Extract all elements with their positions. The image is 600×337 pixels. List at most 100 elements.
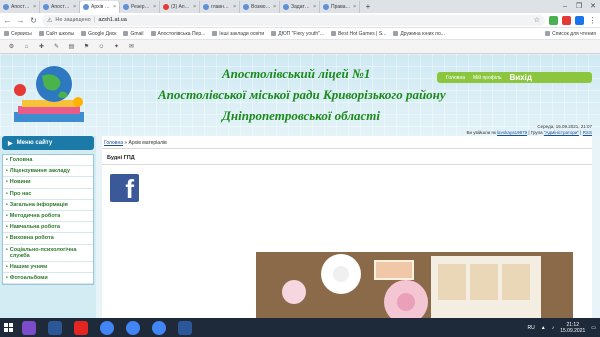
bookmark-icon bbox=[123, 31, 129, 36]
minimize-icon[interactable]: – bbox=[558, 0, 572, 13]
bookmark-item[interactable]: Інші заклади освіти bbox=[212, 31, 264, 37]
bookmark-item[interactable]: Апостолівська Пер... bbox=[150, 31, 205, 37]
clock[interactable]: 21:12 15.09.2021 bbox=[560, 322, 585, 334]
toolbar-home-icon[interactable]: ⌂ bbox=[23, 44, 30, 50]
reload-icon[interactable]: ↻ bbox=[29, 16, 38, 25]
nav-home-link[interactable]: Головна bbox=[446, 75, 465, 81]
browser-tab[interactable]: Возможн × bbox=[240, 1, 280, 13]
chrome-active-icon[interactable] bbox=[152, 320, 166, 335]
back-icon[interactable]: ← bbox=[3, 16, 12, 25]
reading-list-icon bbox=[545, 31, 551, 36]
viber-icon[interactable] bbox=[22, 320, 36, 335]
bookmark-item[interactable]: Сайт школы bbox=[38, 30, 75, 37]
tab-favicon-icon bbox=[83, 4, 89, 10]
tab-close-icon[interactable]: × bbox=[33, 4, 36, 10]
browser-tab[interactable]: Задать во× bbox=[280, 1, 320, 13]
start-button[interactable] bbox=[0, 318, 16, 337]
security-label: Не защищено bbox=[55, 17, 91, 23]
toolbar-settings-icon[interactable]: ⚙ bbox=[8, 43, 15, 50]
bookmark-item[interactable]: ДЮП "Fiery youth"... bbox=[271, 31, 324, 37]
toolbar-stats-icon[interactable]: ▤ bbox=[68, 43, 75, 50]
facebook-icon[interactable]: f bbox=[110, 174, 139, 204]
bookmark-icon bbox=[331, 31, 337, 36]
close-window-icon[interactable]: ✕ bbox=[586, 0, 600, 13]
notifications-icon[interactable]: ▭ bbox=[591, 325, 596, 331]
toolbar-mail-icon[interactable]: ✉ bbox=[128, 43, 135, 50]
browser-tab[interactable]: Апостолівсь× bbox=[40, 1, 80, 13]
menu-item[interactable]: • Виховна робота bbox=[3, 233, 93, 245]
menu-item[interactable]: • Соціально-психологічна служба bbox=[3, 245, 93, 263]
bullet-icon: • bbox=[6, 168, 8, 175]
tab-close-icon[interactable]: × bbox=[113, 4, 116, 10]
bookmark-item[interactable]: Дружина юних по... bbox=[393, 31, 445, 37]
network-icon[interactable]: ▲ bbox=[541, 325, 546, 331]
menu-item[interactable]: • Загальна інформація bbox=[3, 200, 93, 212]
bookmark-item[interactable]: Google Диск bbox=[81, 31, 116, 37]
browser-tab[interactable]: Апостолівсь× bbox=[0, 1, 40, 13]
gpd-photo[interactable] bbox=[256, 252, 573, 318]
username-link[interactable]: lavskaya19879 bbox=[497, 130, 527, 135]
tab-close-icon[interactable]: × bbox=[193, 4, 196, 10]
tab-close-icon[interactable]: × bbox=[73, 4, 76, 10]
menu-item[interactable]: • Методична робота bbox=[3, 211, 93, 223]
forward-icon[interactable]: → bbox=[16, 16, 25, 25]
menu-item[interactable]: • Про нас bbox=[3, 189, 93, 200]
menu-item[interactable]: • Ліцензування закладу bbox=[3, 166, 93, 178]
menu-item-label: Методична робота bbox=[9, 213, 61, 220]
address-bar[interactable]: ⚠ Не защищено | azsh1.at.ua ☆ bbox=[42, 14, 545, 26]
yandex-icon[interactable] bbox=[74, 320, 88, 335]
browser-tab[interactable]: (3) Апостол× bbox=[160, 1, 200, 13]
menu-item-label: Ліцензування закладу bbox=[9, 168, 71, 175]
bookmark-item[interactable]: Сервисы bbox=[4, 31, 32, 37]
toolbar-edit-icon[interactable]: ✎ bbox=[53, 43, 60, 50]
group-link[interactable]: "Адміністратори" bbox=[544, 130, 579, 135]
breadcrumb-home-link[interactable]: Головна bbox=[104, 140, 123, 146]
toolbar-add-icon[interactable]: ✚ bbox=[38, 43, 45, 50]
rss-link[interactable]: RSS bbox=[583, 130, 592, 135]
word-icon[interactable] bbox=[178, 320, 192, 335]
facebook-glyph: f bbox=[125, 174, 134, 204]
url-text[interactable]: azsh1.at.ua bbox=[98, 17, 126, 23]
browser-tab[interactable]: Резервни × bbox=[120, 1, 160, 13]
browser-tab[interactable]: Архів матер× bbox=[80, 1, 120, 13]
browser-tab[interactable]: Права по × bbox=[320, 1, 360, 13]
nav-exit-link[interactable]: Вихід bbox=[509, 73, 531, 82]
tab-close-icon[interactable]: × bbox=[353, 4, 356, 10]
top-navigation: Головна Мій профіль Вихід bbox=[437, 72, 592, 83]
browser-tab[interactable]: главную с× bbox=[200, 1, 240, 13]
bookmark-label: ДЮП "Fiery youth"... bbox=[278, 30, 325, 37]
web-page: ⚙ ⌂ ✚ ✎ ▤ ⚑ ☺ ✦ ✉ Апостолівський ліцей №… bbox=[0, 40, 600, 318]
menu-item[interactable]: • Навчальна робота bbox=[3, 222, 93, 234]
extension-icon[interactable] bbox=[562, 15, 571, 25]
keyboard-language[interactable]: RU bbox=[528, 325, 535, 331]
menu-item[interactable]: • Головна bbox=[3, 155, 93, 167]
volume-icon[interactable]: ♪ bbox=[552, 325, 555, 331]
menu-item[interactable]: • Фотоальбоми bbox=[3, 273, 93, 285]
tab-close-icon[interactable]: × bbox=[313, 4, 316, 10]
bookmark-item[interactable]: Best Hot Games | S... bbox=[331, 31, 386, 37]
windows-taskbar: RU ▲ ♪ 21:12 15.09.2021 ▭ bbox=[0, 318, 600, 337]
chrome-icon[interactable] bbox=[100, 320, 114, 335]
toolbar-notify-icon[interactable]: ⚑ bbox=[83, 43, 90, 50]
tab-close-icon[interactable]: × bbox=[233, 4, 236, 10]
bookmark-star-icon[interactable]: ☆ bbox=[534, 16, 540, 24]
chrome-profile-icon[interactable] bbox=[126, 320, 140, 335]
divider bbox=[102, 148, 592, 149]
task-view-icon[interactable] bbox=[48, 320, 62, 335]
bookmark-item[interactable]: Gmail bbox=[123, 31, 144, 37]
menu-item[interactable]: • Новини bbox=[3, 177, 93, 189]
bookmark-label: Сайт школы bbox=[45, 30, 75, 37]
menu-item[interactable]: • Нашим учням bbox=[3, 262, 93, 274]
reading-list-button[interactable]: Список для чтения bbox=[545, 31, 596, 37]
extension-icon[interactable] bbox=[549, 15, 558, 25]
new-tab-button[interactable]: + bbox=[363, 2, 373, 12]
bookmark-label: Дружина юних по... bbox=[400, 30, 445, 37]
menu-dots-icon[interactable]: ⋮ bbox=[588, 16, 597, 25]
maximize-icon[interactable]: ❐ bbox=[572, 0, 586, 13]
tab-close-icon[interactable]: × bbox=[273, 4, 276, 10]
nav-profile-link[interactable]: Мій профіль bbox=[473, 75, 501, 81]
toolbar-design-icon[interactable]: ✦ bbox=[113, 43, 120, 50]
extension-icon[interactable] bbox=[575, 15, 584, 25]
tab-close-icon[interactable]: × bbox=[153, 4, 156, 10]
toolbar-users-icon[interactable]: ☺ bbox=[98, 44, 105, 50]
